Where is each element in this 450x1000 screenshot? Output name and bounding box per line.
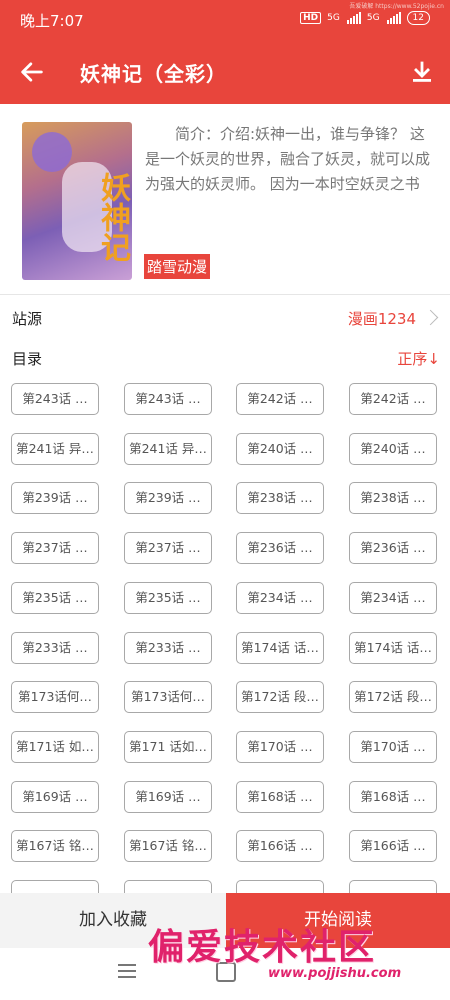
chapter-button[interactable]: 第166话 … [236, 830, 324, 863]
chapter-button[interactable]: 第240话 … [236, 432, 324, 465]
chapter-button[interactable]: 第239话 … [124, 482, 212, 515]
chapter-button[interactable]: 第166话 … [349, 830, 437, 863]
download-icon[interactable] [410, 60, 434, 84]
status-icons: HD 5G 5G 12 [300, 11, 430, 25]
chapter-button[interactable]: 第242话 … [349, 383, 437, 415]
arrow-left-icon[interactable] [18, 58, 46, 86]
chevron-right-icon [422, 309, 439, 326]
cover-title: 妖神记 [95, 172, 130, 262]
chapter-button[interactable]: 第174话 话… [236, 631, 324, 664]
network-label-1: 5G [327, 13, 340, 23]
chapter-button[interactable]: 第236话 … [236, 532, 324, 565]
chapter-button[interactable] [349, 880, 437, 893]
description: 简介：介绍:妖神一出，谁与争锋？ 这是一个妖灵的世界，融合了妖灵，就可以成为强大… [145, 125, 431, 193]
chapter-button[interactable]: 第236话 … [349, 532, 437, 565]
toc-label: 目录 [12, 350, 43, 368]
publisher-tag: 踏雪动漫 [144, 254, 211, 279]
chapter-button[interactable]: 第237话 … [124, 532, 212, 565]
chapter-button[interactable]: 第171 话如… [124, 730, 212, 763]
source-label: 站源 [12, 310, 43, 328]
add-favorite-button[interactable]: 加入收藏 [0, 893, 226, 948]
network-label-2: 5G [366, 13, 380, 23]
chapter-button[interactable]: 第167话 铭… [124, 830, 212, 863]
source-value: 漫画1234 [347, 310, 416, 328]
chapter-button[interactable]: 第242话 … [236, 383, 324, 415]
chapter-button[interactable]: 第172话 段… [236, 681, 324, 714]
start-reading-button[interactable]: 开始阅读 [226, 893, 450, 948]
chapter-button[interactable]: 第239话 … [11, 482, 99, 515]
comic-info: 妖神记 简介：介绍:妖神一出，谁与争锋？ 这是一个妖灵的世界，融合了妖灵，就可以… [0, 104, 450, 294]
chapter-button[interactable] [11, 880, 99, 893]
chapter-button[interactable]: 第238话 … [236, 482, 324, 515]
menu-icon[interactable] [118, 964, 136, 978]
chapter-button[interactable]: 第173话何… [11, 681, 99, 714]
home-icon[interactable] [216, 962, 236, 982]
chapter-button[interactable]: 第169话 … [11, 780, 99, 813]
chapter-button[interactable]: 第234话 … [349, 581, 437, 614]
chapter-button[interactable]: 第168话 … [236, 780, 324, 813]
app-bar: 妖神记（全彩） [0, 40, 450, 104]
cover-image[interactable]: 妖神记 [22, 122, 132, 280]
system-nav-bar [0, 948, 450, 1000]
divider [0, 294, 450, 295]
chapter-button[interactable]: 第237话 … [11, 532, 99, 565]
chapter-button[interactable]: 第173话何… [124, 681, 212, 714]
chapter-button[interactable]: 第233话 … [11, 631, 99, 664]
signal-icon-2 [386, 12, 401, 24]
hd-badge: HD [300, 12, 322, 24]
sort-order-toggle[interactable]: 正序↓ [397, 348, 440, 369]
status-bar: 晚上7:07 吾爱破解 https://www.52pojie.cn HD 5G… [0, 0, 450, 40]
chapter-button[interactable] [124, 880, 212, 893]
chapter-button[interactable]: 第243话 … [124, 383, 212, 415]
chapter-button[interactable]: 第235话 … [11, 581, 99, 614]
bottom-actions: 加入收藏 开始阅读 [0, 893, 450, 948]
source-row[interactable]: 站源 漫画1234 [0, 296, 450, 340]
status-time: 晚上7:07 [20, 12, 84, 30]
chapter-grid: 第243话 … 第243话 … 第242话 … 第242话 … 第241话 异… 第241… [11, 383, 441, 893]
chapter-button[interactable]: 第233话 … [124, 631, 212, 664]
chapter-button[interactable]: 第234话 … [236, 581, 324, 614]
chapter-button[interactable]: 第168话 … [349, 780, 437, 813]
chapter-button[interactable]: 第241话 异… [124, 432, 212, 465]
battery-icon: 12 [406, 11, 430, 25]
chapter-button[interactable]: 第170话 … [349, 730, 437, 763]
chapter-button[interactable]: 第167话 铭… [11, 830, 99, 863]
chapter-button[interactable]: 第238话 … [349, 482, 437, 515]
chapter-button[interactable]: 第169话 … [124, 780, 212, 813]
watermark-top: 吾爱破解 https://www.52pojie.cn [349, 3, 444, 10]
chapter-button[interactable]: 第235话 … [124, 581, 212, 614]
page-title: 妖神记（全彩） [80, 62, 227, 86]
chapter-button[interactable]: 第170话 … [236, 730, 324, 763]
chapter-button[interactable]: 第240话 … [349, 432, 437, 465]
chapter-button[interactable]: 第172话 段… [349, 681, 437, 714]
chapter-button[interactable]: 第171话 如… [11, 730, 99, 763]
chapter-button[interactable]: 第174话 话… [349, 631, 437, 664]
chapter-button[interactable]: 第241话 异… [11, 432, 99, 465]
toc-header: 目录 正序↓ [0, 340, 450, 376]
chapter-button[interactable] [236, 880, 324, 893]
signal-icon [346, 12, 361, 24]
chapter-button[interactable]: 第243话 … [11, 383, 99, 415]
